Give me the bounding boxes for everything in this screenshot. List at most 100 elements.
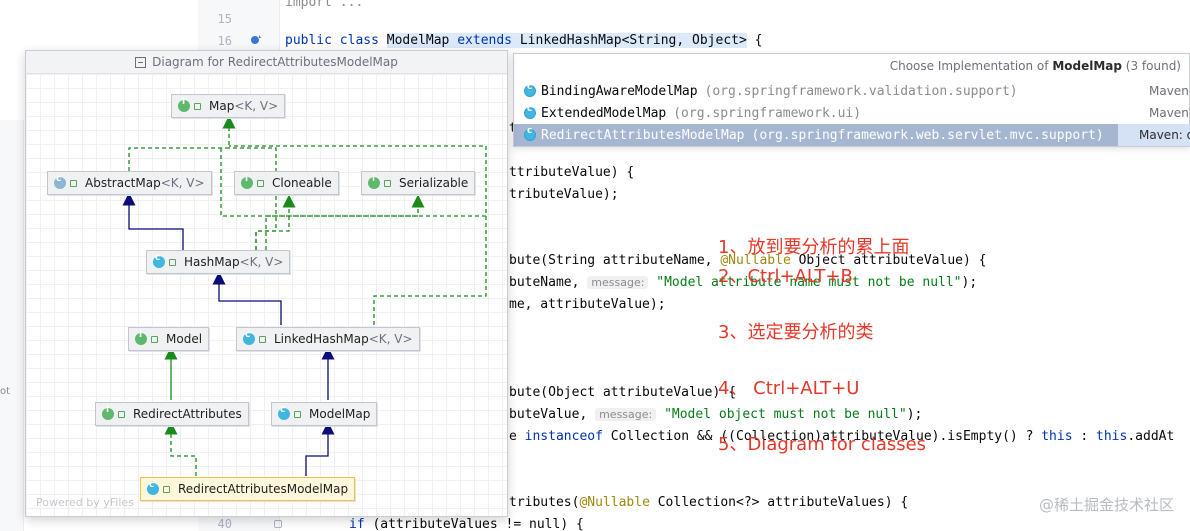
code-line: tributeValue); — [509, 187, 619, 202]
interface-icon — [241, 174, 253, 189]
node-label: Cloneable — [272, 176, 332, 190]
popup-title: Choose Implementation of ModelMap (3 fou… — [890, 59, 1181, 73]
node-redirectattributes[interactable]: RedirectAttributes — [95, 402, 249, 426]
class-icon — [524, 82, 536, 97]
node-label: Model — [166, 332, 203, 346]
import-text: import ... — [285, 0, 364, 10]
code-text: ); — [906, 407, 923, 422]
class-icon — [278, 405, 290, 420]
node-label: HashMap — [184, 255, 240, 269]
implementation-source: Maven: o — [1139, 128, 1190, 142]
class-name-selection[interactable]: ModelMap extends LinkedHashMap<String, O… — [386, 33, 747, 48]
keyword: class — [339, 33, 379, 48]
class-diagram-window[interactable]: Diagram for RedirectAttributesModelMap i… — [25, 50, 508, 517]
popup-title-prefix: Choose Implementation of — [889, 59, 1053, 73]
code-text: tributes( — [509, 495, 580, 510]
node-map[interactable]: Map<K, V> — [171, 94, 286, 118]
node-linkedhashmap[interactable]: LinkedHashMap<K, V> — [236, 327, 420, 351]
left-panel-cut-text: ot — [0, 386, 11, 397]
implementation-name: BindingAwareModelMap — [541, 83, 698, 99]
keyword: extends — [457, 33, 513, 48]
node-generic: <K, V> — [239, 255, 284, 269]
keyword: if — [349, 517, 365, 531]
code-line: buteValue, message: "Model object must n… — [509, 407, 922, 423]
node-serializable[interactable]: Serializable — [361, 171, 476, 195]
node-label: AbstractMap — [85, 176, 161, 190]
class-icon — [524, 126, 536, 141]
class-icon — [524, 104, 536, 119]
interface-icon — [102, 405, 114, 420]
node-modelmap[interactable]: ModelMap — [271, 402, 378, 426]
implemented-marker-icon[interactable] — [250, 34, 262, 46]
powered-by-label: Powered by yFiles — [36, 496, 134, 509]
keyword: this — [1041, 429, 1073, 444]
implementation-item[interactable]: ExtendedModelMap (org.springframework.ui… — [514, 102, 1190, 124]
public-icon — [384, 179, 391, 187]
code-text: buteValue, — [509, 407, 596, 422]
node-label: Serializable — [399, 176, 469, 190]
choose-implementation-popup[interactable]: Choose Implementation of ModelMap (3 fou… — [513, 53, 1190, 147]
node-hashmap[interactable]: HashMap<K, V> — [146, 250, 291, 274]
node-abstractmap[interactable]: AbstractMap<K, V> — [47, 171, 212, 195]
node-generic: <K, V> — [160, 176, 205, 190]
implementation-item[interactable]: BindingAwareModelMap (org.springframewor… — [514, 80, 1190, 102]
parent-class: LinkedHashMap<String, Object> — [519, 33, 747, 48]
implementation-package: (org.springframework.web.servlet.mvc.sup… — [751, 127, 1104, 143]
node-model[interactable]: Model — [128, 327, 210, 351]
keyword: this — [1096, 429, 1128, 444]
node-redirectattributesmodelmap[interactable]: RedirectAttributesModelMap — [140, 477, 356, 501]
implementation-package: (org.springframework.ui) — [673, 105, 862, 121]
code-text: e — [509, 429, 525, 444]
fold-icon[interactable] — [274, 520, 282, 528]
edge-ramm-modelmap — [305, 421, 335, 476]
implementation-name: RedirectAttributesModelMap — [541, 127, 745, 143]
implementation-source: Maven: — [1149, 106, 1190, 120]
code-text: .addAt — [1127, 429, 1175, 444]
public-icon — [169, 258, 176, 266]
instruction-note-5: 5、Diagram for classes — [718, 434, 927, 455]
interface-icon — [178, 97, 190, 112]
edge-hashmap-map — [229, 147, 277, 250]
code-text: bute(String attributeName, — [509, 253, 721, 268]
public-icon — [294, 410, 301, 418]
code-text: : — [1072, 429, 1097, 444]
brace: { — [754, 33, 763, 48]
public-icon — [70, 179, 77, 187]
node-label: RedirectAttributesModelMap — [178, 482, 349, 496]
node-cloneable[interactable]: Cloneable — [234, 171, 339, 195]
class-icon — [147, 480, 159, 495]
annotation: @Nullable — [579, 495, 650, 510]
string-literal: "Model object must not be null" — [664, 407, 907, 422]
node-label: Map — [209, 99, 235, 113]
interface-icon — [135, 330, 147, 345]
popup-title-class: ModelMap — [1052, 59, 1122, 73]
public-icon — [118, 410, 125, 418]
edge-abstractmap-map — [128, 115, 236, 171]
instruction-note-1: 1、放到要分析的累上面 — [718, 237, 910, 258]
public-icon — [151, 335, 158, 343]
abstract-class-icon — [54, 174, 66, 189]
code-text: Collection<?> attributeValues) { — [649, 495, 909, 510]
edge-ramm-redirectattributes — [164, 421, 197, 476]
code-text: ); — [961, 275, 978, 290]
code-line-class-decl: public class ModelMap extends LinkedHash… — [285, 33, 762, 49]
keyword: instanceof — [524, 429, 603, 444]
code-line-import: import ... — [285, 0, 363, 11]
node-label: ModelMap — [309, 407, 371, 421]
implementation-source: Maven: — [1149, 84, 1190, 98]
code-line: tributes(@Nullable Collection<?> attribu… — [509, 495, 908, 511]
public-icon — [194, 102, 201, 110]
code-line: me, attributeValue); — [509, 297, 666, 312]
instruction-note-4: 4、 Ctrl+ALT+U — [718, 378, 860, 399]
implementation-name: ExtendedModelMap — [541, 105, 667, 121]
implementation-package: (org.springframework.validation.support) — [704, 83, 1018, 99]
parameter-hint: message: — [595, 408, 657, 421]
class-icon — [243, 330, 255, 345]
node-generic: <K, V> — [368, 332, 413, 346]
class-name: ModelMap — [386, 33, 450, 48]
public-icon — [259, 335, 266, 343]
implementation-item-selected[interactable]: RedirectAttributesModelMap (org.springfr… — [514, 124, 1190, 146]
interface-icon — [368, 174, 380, 189]
instruction-note-2: 2、Ctrl+ALT+B — [718, 266, 853, 287]
line-number: 15 — [217, 12, 232, 26]
